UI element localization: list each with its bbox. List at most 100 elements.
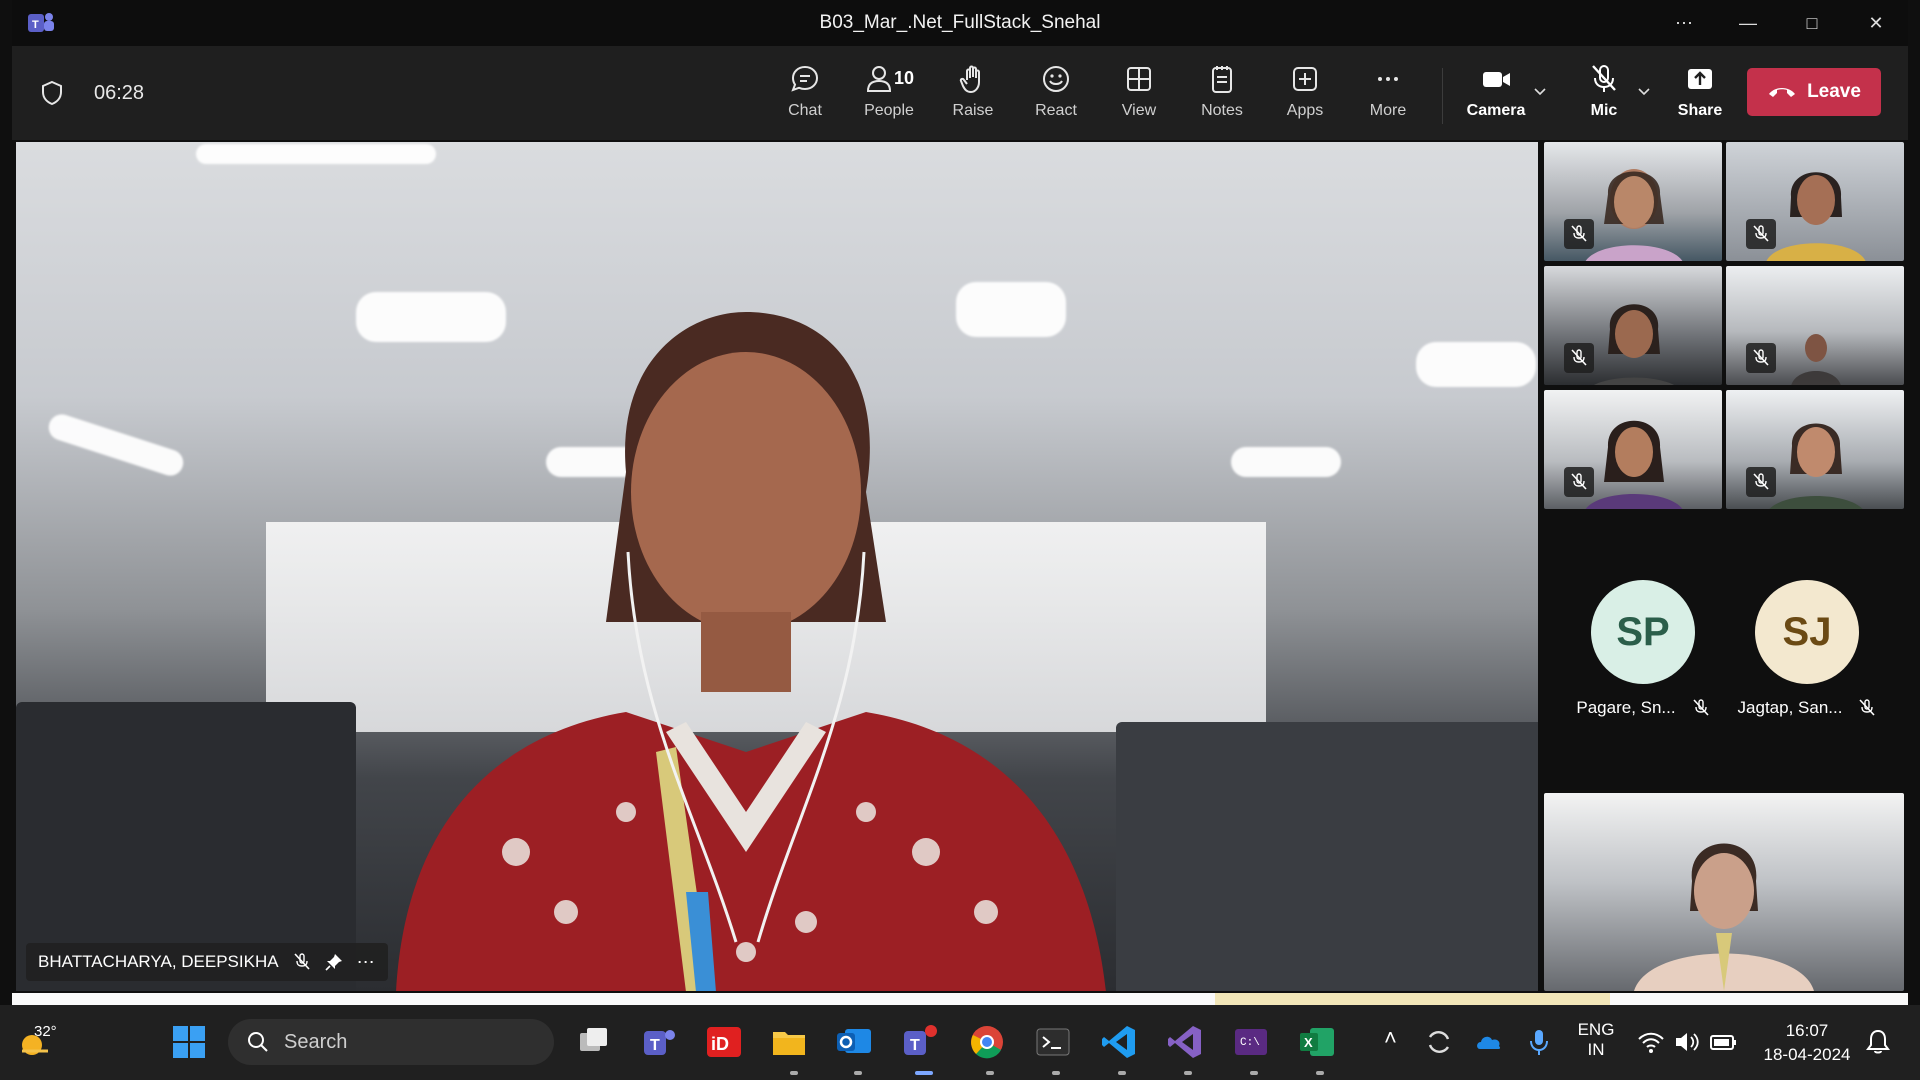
battery-icon[interactable]: [1708, 1027, 1738, 1057]
ceiling-light: [196, 144, 436, 164]
window-title: B03_Mar_.Net_FullStack_Snehal: [819, 12, 1101, 33]
view-label: View: [1121, 102, 1157, 119]
share-label: Share: [1677, 102, 1723, 119]
camera-label: Camera: [1466, 102, 1526, 119]
shield-icon: [42, 80, 62, 106]
more-options-button[interactable]: ⋯: [1652, 0, 1716, 46]
windows-taskbar: 32° Search T iD T C:\ X ˄ ENG IN 16:07 1…: [0, 1005, 1920, 1080]
main-video-stage[interactable]: BHATTACHARYA, DEEPSIKHA ⋯: [16, 142, 1538, 991]
more-label: More: [1369, 102, 1407, 119]
show-hidden-icons-chevron-icon[interactable]: ˄: [1384, 1025, 1397, 1051]
language-line2: IN: [1587, 1040, 1605, 1059]
mic-off-icon: [1571, 349, 1587, 366]
react-button[interactable]: React: [1017, 62, 1095, 132]
muted-indicator: [1746, 467, 1776, 497]
chat-label: Chat: [788, 102, 822, 119]
chrome-icon[interactable]: [968, 1023, 1006, 1061]
muted-indicator: [1564, 343, 1594, 373]
gallery-video-tile[interactable]: [1726, 390, 1904, 509]
leave-label: Leave: [1807, 81, 1861, 102]
idrive-icon[interactable]: iD: [705, 1023, 743, 1061]
participant-name: BHATTACHARYA, DEEPSIKHA: [38, 952, 279, 971]
gallery-video-tile[interactable]: [1544, 142, 1722, 261]
leave-button[interactable]: Leave: [1747, 68, 1881, 116]
onedrive-icon[interactable]: [1474, 1027, 1504, 1057]
excel-icon[interactable]: X: [1298, 1023, 1336, 1061]
avatar: SJ: [1755, 580, 1859, 684]
ceiling-light: [1416, 342, 1536, 387]
language-indicator[interactable]: ENG IN: [1576, 1020, 1616, 1060]
avatar-name: Jagtap, San...: [1737, 698, 1843, 717]
people-label: People: [864, 102, 914, 119]
clock[interactable]: 16:07 18-04-2024: [1752, 1021, 1862, 1065]
mic-button[interactable]: Mic: [1565, 62, 1643, 132]
phone-hangup-icon: [1769, 88, 1796, 97]
maximize-button[interactable]: □: [1780, 0, 1844, 46]
weather-temp: 32°: [34, 1023, 57, 1040]
participant-video-feed: [396, 312, 1106, 991]
apps-button[interactable]: Apps: [1266, 62, 1344, 132]
pin-icon[interactable]: [325, 953, 343, 971]
chat-button[interactable]: Chat: [766, 62, 844, 132]
clock-time: 16:07: [1785, 1021, 1829, 1040]
mic-off-icon: [1753, 349, 1769, 366]
participant-video-feed: [1634, 843, 1814, 991]
notes-button[interactable]: Notes: [1183, 62, 1261, 132]
toolbar-divider: [1442, 68, 1443, 124]
file-explorer-icon[interactable]: [770, 1023, 808, 1061]
terminal-icon[interactable]: [1034, 1023, 1072, 1061]
svg-text:X: X: [1304, 1035, 1313, 1050]
outlook-icon[interactable]: [835, 1023, 873, 1061]
ceiling-light: [45, 411, 187, 479]
sync-icon[interactable]: [1424, 1027, 1454, 1057]
smiley-icon: [1043, 66, 1069, 92]
camera-button[interactable]: Camera: [1457, 62, 1535, 132]
participant-nameplate: BHATTACHARYA, DEEPSIKHA ⋯: [26, 943, 388, 981]
raise-button[interactable]: Raise: [934, 62, 1012, 132]
svg-text:T: T: [650, 1037, 660, 1054]
apps-icon: [1293, 67, 1317, 91]
wifi-icon[interactable]: [1636, 1027, 1666, 1057]
gallery-video-tile[interactable]: [1726, 142, 1904, 261]
visual-studio-icon[interactable]: [1166, 1023, 1204, 1061]
notification-bell-icon[interactable]: [1864, 1028, 1892, 1056]
taskbar-search[interactable]: Search: [228, 1019, 554, 1065]
svg-text:iD: iD: [711, 1034, 729, 1054]
gallery-video-tile[interactable]: [1544, 390, 1722, 509]
participant-options-icon[interactable]: ⋯: [357, 952, 376, 973]
microphone-icon[interactable]: [1524, 1027, 1554, 1057]
participant-video-feed: [1586, 420, 1682, 509]
office-desk: [1116, 722, 1538, 991]
people-count: 10: [894, 68, 915, 88]
mic-options-chevron-icon[interactable]: [1636, 84, 1652, 100]
camera-options-chevron-icon[interactable]: [1532, 84, 1548, 100]
participant-avatar-tile[interactable]: SJ Jagtap, San...: [1722, 580, 1892, 750]
people-button[interactable]: 10 People: [850, 62, 928, 132]
avatar: SP: [1591, 580, 1695, 684]
gallery-video-tile[interactable]: [1544, 266, 1722, 385]
self-view-video-tile[interactable]: [1544, 793, 1904, 991]
command-prompt-icon[interactable]: C:\: [1232, 1023, 1270, 1061]
teams-new-icon[interactable]: T: [900, 1023, 938, 1061]
notes-icon: [1212, 66, 1232, 93]
muted-indicator: [1746, 343, 1776, 373]
share-icon: [1688, 69, 1712, 89]
more-button[interactable]: More: [1349, 62, 1427, 132]
muted-indicator: [1746, 219, 1776, 249]
meeting-toolbar: 06:28 Chat 10 People Raise React View No…: [12, 46, 1908, 140]
view-button[interactable]: View: [1100, 62, 1178, 132]
task-view-icon[interactable]: [575, 1023, 613, 1061]
participant-avatar-tile[interactable]: SP Pagare, Sn...: [1558, 580, 1728, 750]
vscode-icon[interactable]: [1100, 1023, 1138, 1061]
speaker-icon[interactable]: [1672, 1027, 1702, 1057]
avatar-name: Pagare, Sn...: [1576, 698, 1676, 717]
teams-icon[interactable]: T: [640, 1023, 678, 1061]
minimize-button[interactable]: —: [1716, 0, 1780, 46]
mic-off-icon: [293, 953, 310, 970]
muted-indicator: [1564, 467, 1594, 497]
close-button[interactable]: ✕: [1844, 0, 1908, 46]
windows-start-icon[interactable]: [170, 1023, 208, 1061]
share-button[interactable]: Share: [1661, 62, 1739, 132]
gallery-video-tile[interactable]: [1726, 266, 1904, 385]
muted-indicator: [1564, 219, 1594, 249]
